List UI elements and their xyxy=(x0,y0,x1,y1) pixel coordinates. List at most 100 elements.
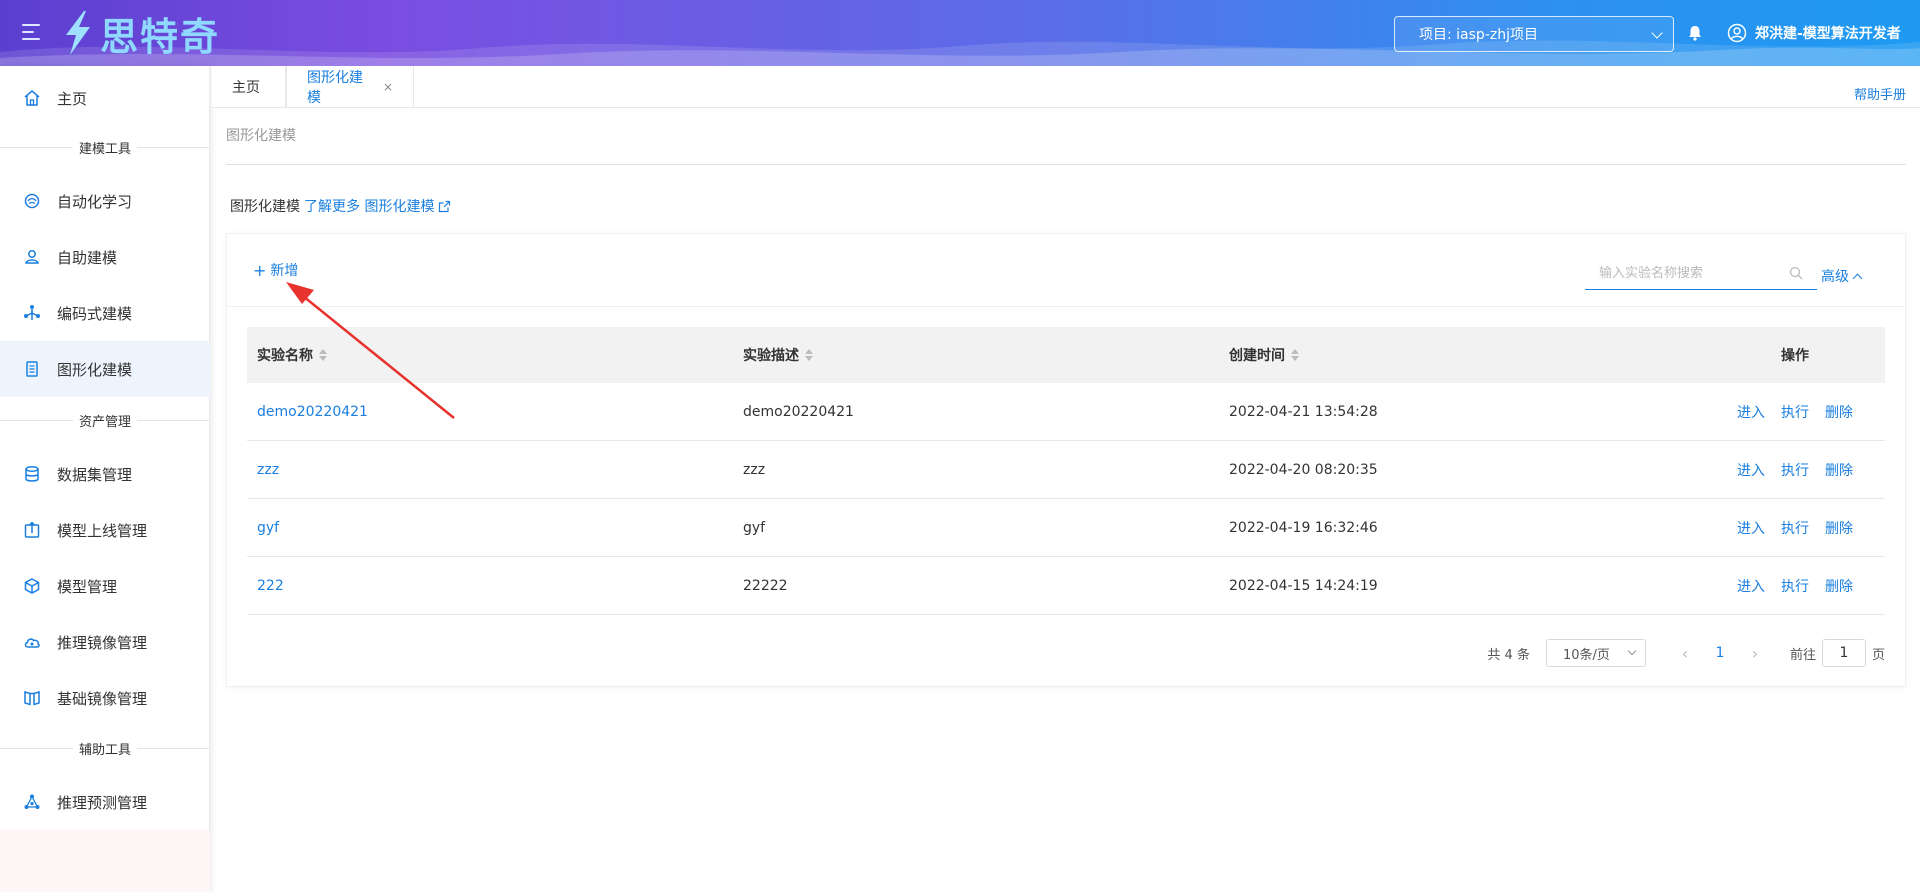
brain-icon xyxy=(23,192,41,210)
network-icon xyxy=(23,793,41,811)
sidebar-item-inference-image[interactable]: 推理镜像管理 xyxy=(0,614,210,670)
sort-icon[interactable] xyxy=(805,349,813,361)
delete-button[interactable]: 删除 xyxy=(1825,402,1853,422)
sidebar-item-self-modeling[interactable]: 自助建模 xyxy=(0,229,210,285)
goto-suffix: 页 xyxy=(1871,647,1885,663)
column-header-name[interactable]: 实验名称 xyxy=(257,327,327,383)
column-label: 实验描述 xyxy=(743,348,799,364)
enter-button[interactable]: 进入 xyxy=(1737,460,1765,480)
section-label: 建模工具 xyxy=(72,138,138,157)
row-actions: 进入 执行 删除 xyxy=(1737,441,1853,499)
project-select[interactable]: 项目: iasp-zhj项目 xyxy=(1394,16,1674,52)
sidebar-item-label: 基础镜像管理 xyxy=(57,689,148,708)
sidebar-item-inference-prediction[interactable]: 推理预测管理 xyxy=(0,774,210,830)
advanced-toggle[interactable]: 高级 xyxy=(1821,266,1863,286)
lightning-logo-icon xyxy=(66,11,90,55)
experiment-name-link[interactable]: zzz xyxy=(257,441,279,499)
sidebar-item-label: 自助建模 xyxy=(57,248,118,267)
run-button[interactable]: 执行 xyxy=(1781,518,1809,538)
experiment-name-link[interactable]: gyf xyxy=(257,499,279,557)
close-icon[interactable]: × xyxy=(383,80,393,94)
sidebar-item-label: 主页 xyxy=(57,89,88,108)
table-row: 222 22222 2022-04-15 14:24:19 进入 执行 删除 xyxy=(247,557,1885,615)
enter-button[interactable]: 进入 xyxy=(1737,518,1765,538)
advanced-label: 高级 xyxy=(1821,269,1849,285)
row-actions: 进入 执行 删除 xyxy=(1737,499,1853,557)
project-select-value: 项目: iasp-zhj项目 xyxy=(1419,27,1538,43)
sidebar-item-label: 编码式建模 xyxy=(57,304,133,323)
sort-icon[interactable] xyxy=(319,349,327,361)
sidebar-item-dataset[interactable]: 数据集管理 xyxy=(0,446,210,502)
sidebar-item-automl[interactable]: 自动化学习 xyxy=(0,173,210,229)
sidebar-item-code-modeling[interactable]: 编码式建模 xyxy=(0,285,210,341)
delete-button[interactable]: 删除 xyxy=(1825,518,1853,538)
run-button[interactable]: 执行 xyxy=(1781,460,1809,480)
page-size-select[interactable]: 10条/页 xyxy=(1545,639,1646,667)
sidebar-item-label: 推理预测管理 xyxy=(57,793,148,812)
sidebar-item-label: 数据集管理 xyxy=(57,465,133,484)
enter-button[interactable]: 进入 xyxy=(1737,576,1765,596)
learn-more-link[interactable]: 了解更多 图形化建模 xyxy=(304,196,451,216)
run-button[interactable]: 执行 xyxy=(1781,402,1809,422)
sidebar-item-label: 模型上线管理 xyxy=(57,521,148,540)
column-header-actions: 操作 xyxy=(1781,327,1809,383)
add-button[interactable]: + 新增 xyxy=(253,260,298,280)
experiment-description: 22222 xyxy=(743,578,788,594)
enter-button[interactable]: 进入 xyxy=(1737,402,1765,422)
brand-name: 思特奇 xyxy=(100,14,221,59)
chevron-down-icon xyxy=(1651,27,1663,39)
bell-icon[interactable] xyxy=(1686,24,1704,42)
experiment-name-link[interactable]: 222 xyxy=(257,557,284,615)
page-tabs: 主页 图形化建模 × 帮助手册 xyxy=(212,66,1920,108)
goto-page-input[interactable]: 1 xyxy=(1821,639,1866,667)
delete-button[interactable]: 删除 xyxy=(1825,460,1853,480)
sidebar-item-graphic-modeling[interactable]: 图形化建模 xyxy=(0,341,210,397)
column-label: 创建时间 xyxy=(1229,348,1285,364)
experiment-card: + 新增 高级 实验名称 实验描述 创建时间 操作 xyxy=(226,233,1906,687)
page-number-current[interactable]: 1 xyxy=(1700,645,1740,661)
section-divider-modeling-tools: 建模工具 xyxy=(0,137,210,157)
user-menu[interactable]: 郑洪建-模型算法开发者 xyxy=(1727,20,1901,46)
brand-logo[interactable]: 思特奇 xyxy=(58,8,221,59)
sidebar-item-base-image[interactable]: 基础镜像管理 xyxy=(0,670,210,726)
column-header-description[interactable]: 实验描述 xyxy=(743,327,813,383)
experiment-name-link[interactable]: demo20220421 xyxy=(257,383,368,441)
prev-page-icon[interactable]: ‹ xyxy=(1670,644,1700,663)
table-header: 实验名称 实验描述 创建时间 操作 xyxy=(247,327,1885,383)
column-label: 操作 xyxy=(1781,348,1809,364)
search-icon[interactable] xyxy=(1789,266,1803,280)
table-row: gyf gyf 2022-04-19 16:32:46 进入 执行 删除 xyxy=(247,499,1885,557)
sidebar-footer-area xyxy=(0,830,210,892)
add-button-label: 新增 xyxy=(270,263,299,279)
section-label: 辅助工具 xyxy=(72,739,138,758)
user-model-icon xyxy=(23,248,41,266)
section-divider-auxiliary-tools: 辅助工具 xyxy=(0,738,210,758)
next-page-icon[interactable]: › xyxy=(1740,644,1770,663)
plus-icon: + xyxy=(253,260,267,280)
sidebar-item-model-deploy[interactable]: 模型上线管理 xyxy=(0,502,210,558)
sidebar-item-label: 图形化建模 xyxy=(57,360,133,379)
document-icon xyxy=(23,360,41,378)
chevron-down-icon xyxy=(1627,646,1637,656)
sidebar-item-label: 模型管理 xyxy=(57,577,118,596)
sort-icon[interactable] xyxy=(1291,349,1299,361)
table-row: demo20220421 demo20220421 2022-04-21 13:… xyxy=(247,383,1885,441)
column-header-created-time[interactable]: 创建时间 xyxy=(1229,327,1299,383)
breadcrumb: 图形化建模 xyxy=(226,128,296,144)
sidebar-item-home[interactable]: 主页 xyxy=(0,70,210,126)
sidebar-item-model-management[interactable]: 模型管理 xyxy=(0,558,210,614)
search-input[interactable] xyxy=(1585,258,1775,288)
total-count: 共 4 条 xyxy=(1487,647,1530,663)
tab-graphic-modeling[interactable]: 图形化建模 × xyxy=(286,66,414,108)
page-title: 图形化建模 xyxy=(230,199,300,215)
menu-toggle-icon[interactable] xyxy=(22,24,40,40)
external-link-icon xyxy=(439,200,451,212)
delete-button[interactable]: 删除 xyxy=(1825,576,1853,596)
tab-home[interactable]: 主页 xyxy=(212,66,286,108)
run-button[interactable]: 执行 xyxy=(1781,576,1809,596)
section-divider-asset-management: 资产管理 xyxy=(0,410,210,430)
created-time: 2022-04-21 13:54:28 xyxy=(1229,404,1378,420)
sidebar-item-label: 推理镜像管理 xyxy=(57,633,148,652)
user-avatar-icon xyxy=(1727,23,1747,43)
help-manual-link[interactable]: 帮助手册 xyxy=(1854,84,1906,103)
